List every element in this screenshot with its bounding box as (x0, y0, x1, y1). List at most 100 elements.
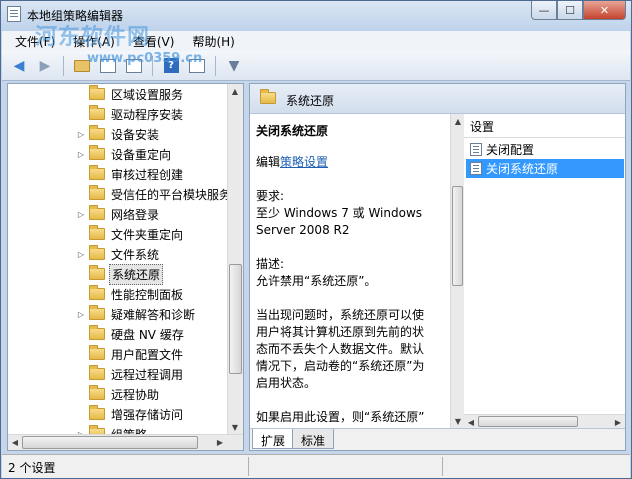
scrollbar-thumb[interactable] (22, 436, 198, 449)
tree-item[interactable]: 性能控制面板 (8, 284, 230, 304)
details-pane: 系统还原 关闭系统还原 编辑策略设置 要求: 至少 Windows 7 或 Wi… (249, 83, 626, 451)
folder-icon (89, 125, 105, 140)
tree-vertical-scrollbar[interactable]: ▲ ▼ (227, 84, 243, 434)
window-controls: — ☐ ✕ (531, 1, 626, 20)
tree-item[interactable]: 硬盘 NV 缓存 (8, 324, 230, 344)
scroll-right-arrow-icon[interactable]: ▶ (213, 435, 227, 449)
folder-icon (89, 385, 105, 400)
policy-setting-icon (470, 162, 482, 175)
scrollbar-thumb[interactable] (478, 416, 578, 427)
watermark-logo: 河东软件网 (35, 25, 151, 50)
status-bar: 2 个设置 (2, 454, 630, 478)
requirements-label: 要求: (256, 189, 285, 203)
tree-item-selected[interactable]: 系统还原 (8, 263, 230, 285)
tree-item-label: 文件夹重定向 (111, 227, 184, 242)
maximize-button[interactable]: ☐ (557, 1, 583, 20)
list-item[interactable]: 关闭配置 (466, 140, 624, 159)
list-horizontal-scrollbar[interactable]: ◀ ▶ (464, 414, 625, 428)
tree-item[interactable]: 远程协助 (8, 384, 230, 404)
folder-icon (89, 285, 105, 300)
expand-arrow-icon[interactable]: ▷ (76, 150, 86, 159)
tree-item[interactable]: ▷ 网络登录 (8, 204, 230, 224)
tab-standard[interactable]: 标准 (292, 429, 335, 449)
scroll-right-arrow-icon[interactable]: ▶ (611, 415, 625, 429)
tree-item-label: 疑难解答和诊断 (111, 307, 196, 322)
column-header-setting[interactable]: 设置 (464, 114, 625, 138)
toolbar-separator (215, 55, 216, 76)
tree-item[interactable]: ▷ 文件系统 (8, 244, 230, 264)
tree-item[interactable]: 远程过程调用 (8, 364, 230, 384)
edit-policy-line: 编辑策略设置 (256, 154, 434, 171)
scroll-down-arrow-icon[interactable]: ▼ (451, 414, 465, 428)
tree-horizontal-scrollbar[interactable]: ◀ ▶ (8, 434, 243, 450)
folder-icon (89, 85, 105, 100)
folder-icon (89, 165, 105, 180)
expand-arrow-icon[interactable]: ▷ (76, 210, 86, 219)
status-divider (248, 457, 249, 476)
tree-item[interactable]: ▷ 设备安装 (8, 124, 230, 144)
minimize-button[interactable]: — (531, 1, 557, 20)
tree-item-label: 增强存储访问 (111, 407, 184, 422)
tree-item[interactable]: ▷ 设备重定向 (8, 144, 230, 164)
list-item-label: 关闭配置 (486, 143, 535, 157)
scroll-left-arrow-icon[interactable]: ◀ (8, 435, 22, 449)
folder-icon (89, 325, 105, 340)
description-detail-2: 如果启用此设置，则“系统还原” (256, 410, 425, 424)
tree-item-label: 系统还原 (109, 263, 164, 285)
policy-tree[interactable]: 区域设置服务 驱动程序安装 ▷ 设备安装 ▷ 设备重定向 审核过程创建 受信任的… (7, 83, 244, 451)
list-item-selected[interactable]: 关闭系统还原 (466, 159, 624, 178)
tree-item-label: 文件系统 (111, 247, 160, 262)
tab-extended[interactable]: 扩展 (252, 429, 295, 449)
scroll-left-arrow-icon[interactable]: ◀ (464, 415, 478, 429)
folder-icon (89, 405, 105, 420)
view-tabs: 扩展 标准 (250, 428, 625, 450)
tree-item[interactable]: 用户配置文件 (8, 344, 230, 364)
description-label: 描述: (256, 257, 285, 271)
menu-help[interactable]: 帮助(H) (183, 33, 243, 50)
folder-icon (89, 265, 105, 280)
toolbar-separator (63, 55, 64, 76)
scroll-up-arrow-icon[interactable]: ▲ (451, 114, 465, 128)
tree-item-label: 设备安装 (111, 127, 160, 142)
status-text: 2 个设置 (8, 461, 56, 475)
tree-item[interactable]: 受信任的平台模块服务 (8, 184, 232, 204)
close-button[interactable]: ✕ (583, 1, 626, 20)
expand-arrow-icon[interactable]: ▷ (76, 130, 86, 139)
policy-setting-icon (470, 143, 482, 156)
edit-prefix: 编辑 (256, 155, 281, 169)
tree-item-label: 审核过程创建 (111, 167, 184, 182)
tree-item-label: 硬盘 NV 缓存 (111, 327, 184, 342)
tree-item-label: 用户配置文件 (111, 347, 184, 362)
expand-arrow-icon[interactable]: ▷ (76, 310, 86, 319)
tree-item[interactable]: 文件夹重定向 (8, 224, 230, 244)
description-title: 关闭系统还原 (256, 124, 329, 138)
expand-arrow-icon[interactable]: ▷ (76, 250, 86, 259)
tree-item[interactable]: 增强存储访问 (8, 404, 230, 424)
forward-arrow-icon[interactable]: ▶ (34, 55, 56, 77)
requirements-text: 至少 Windows 7 或 Windows Server 2008 R2 (256, 206, 423, 237)
filter-icon[interactable]: ▼ (223, 55, 245, 77)
tree-item-label: 远程协助 (111, 387, 160, 402)
tree-item-label: 驱动程序安装 (111, 107, 184, 122)
tree-item-label: 受信任的平台模块服务 (111, 187, 232, 202)
tree-item[interactable]: 审核过程创建 (8, 164, 230, 184)
tree-item[interactable]: 驱动程序安装 (8, 104, 230, 124)
tree-item-label: 网络登录 (111, 207, 160, 222)
tree-item[interactable]: 区域设置服务 (8, 84, 230, 104)
scroll-up-arrow-icon[interactable]: ▲ (228, 84, 242, 98)
tree-item[interactable]: ▷ 疑难解答和诊断 (8, 304, 230, 324)
watermark-url: www.pc0359.cn (87, 51, 203, 66)
folder-icon (89, 365, 105, 380)
edit-policy-link[interactable]: 策略设置 (280, 155, 328, 169)
tree-item-label: 性能控制面板 (111, 287, 184, 302)
folder-icon (89, 225, 105, 240)
details-header-title: 系统还原 (286, 94, 335, 108)
scrollbar-thumb[interactable] (452, 186, 463, 286)
description-detail: 当出现问题时，系统还原可以使用户将其计算机还原到先前的状态而不丢失个人数据文件。… (256, 308, 425, 390)
settings-list: 设置 关闭配置 关闭系统还原 (464, 114, 625, 428)
back-arrow-icon[interactable]: ◀ (8, 55, 30, 77)
scrollbar-thumb[interactable] (229, 264, 242, 374)
folder-icon (89, 105, 105, 120)
scroll-down-arrow-icon[interactable]: ▼ (228, 420, 242, 434)
description-scrollbar[interactable]: ▲ ▼ (450, 114, 464, 428)
